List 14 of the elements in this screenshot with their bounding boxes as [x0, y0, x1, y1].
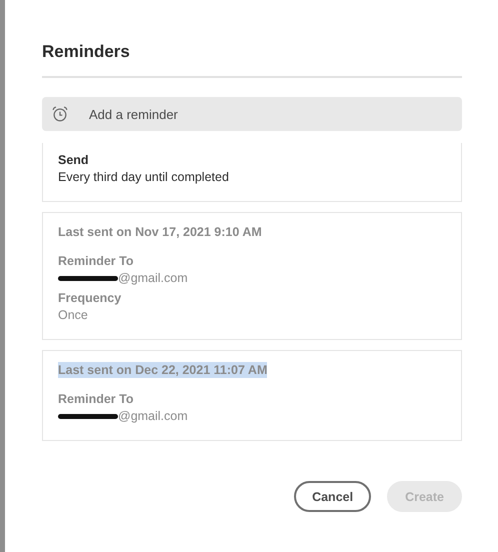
field-label: Reminder To — [58, 392, 134, 406]
field-value: @gmail.com — [118, 271, 188, 285]
alarm-clock-icon — [51, 105, 69, 123]
dialog-title: Reminders — [42, 42, 131, 63]
field-value: @gmail.com — [118, 409, 188, 423]
cancel-button[interactable]: Cancel — [294, 481, 372, 512]
add-reminder-button[interactable]: Add a reminder — [42, 97, 462, 131]
last-sent-text: Last sent on Dec 22, 2021 11:07 AM — [58, 362, 268, 378]
last-sent-text: Last sent on Nov 17, 2021 9:10 AM — [58, 224, 262, 240]
field-label: Send — [58, 153, 90, 167]
field-value: Once — [58, 308, 88, 322]
field-label: Frequency — [58, 291, 122, 305]
field-label: Reminder To — [58, 254, 134, 268]
field-value: Every third day until completed — [58, 170, 229, 184]
